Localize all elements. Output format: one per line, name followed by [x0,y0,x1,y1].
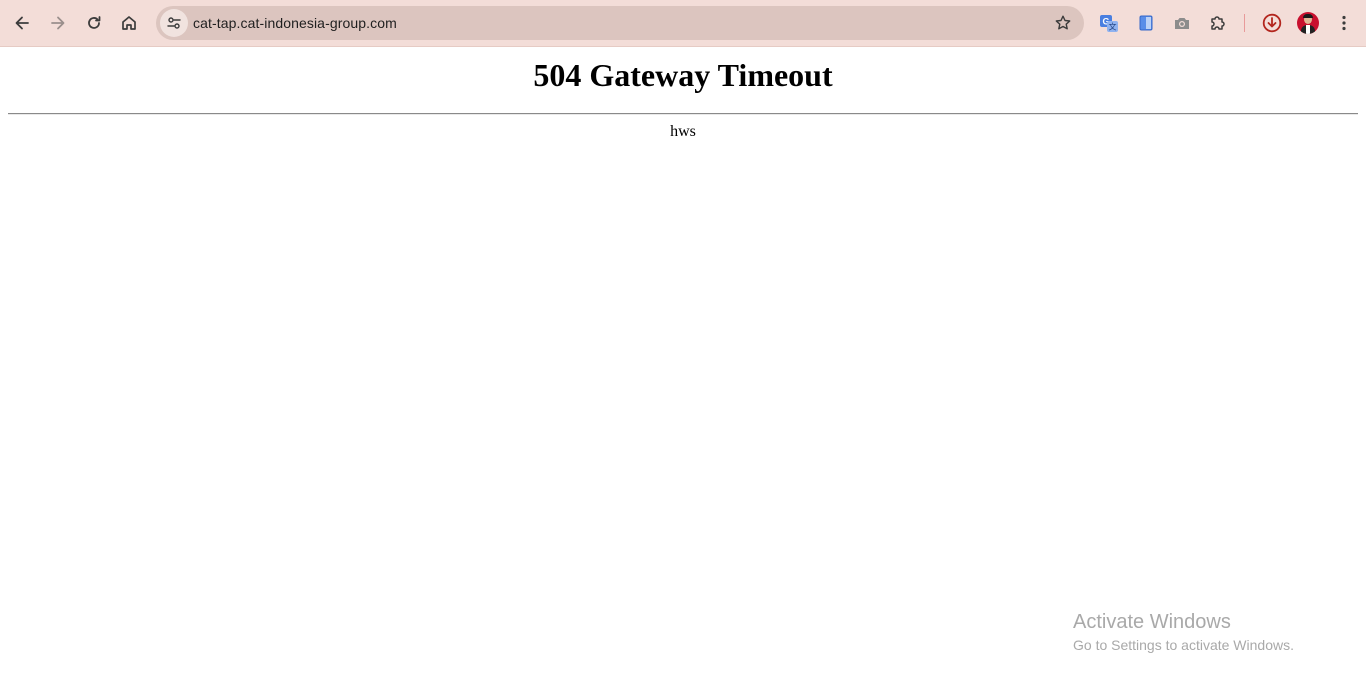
server-name: hws [670,123,696,140]
back-icon [15,16,29,30]
horizontal-rule [8,113,1358,115]
avatar-hair [1303,14,1313,18]
windows-activation-watermark: Activate Windows Go to Settings to activ… [1073,610,1294,656]
sidebar-panel-icon [1139,15,1153,31]
translate-button[interactable]: G 文 [1093,7,1125,39]
download-button[interactable] [1256,7,1288,39]
forward-icon [51,16,65,30]
sidebar-panel-button[interactable] [1130,7,1162,39]
watermark-subtitle: Go to Settings to activate Windows. [1073,637,1294,653]
home-icon [122,16,136,30]
browser-toolbar: cat-tap.cat-indonesia-group.com G 文 [0,0,1366,47]
more-menu-icon [1342,15,1346,31]
watermark-title: Activate Windows [1073,611,1231,633]
page-content: 504 Gateway Timeout hws [0,47,1366,688]
back-button[interactable] [6,7,38,39]
profile-avatar[interactable] [1297,12,1319,34]
reload-icon [88,16,101,29]
extensions-puzzle-icon [1211,16,1225,30]
site-info-icon [167,17,181,29]
home-button[interactable] [113,7,145,39]
download-icon [1262,13,1282,33]
camera-icon [1175,18,1189,29]
avatar-shirt [1306,25,1310,34]
site-info-button[interactable] [160,9,188,37]
forward-button[interactable] [42,7,74,39]
more-menu-button[interactable] [1328,7,1360,39]
extensions-button[interactable] [1202,7,1234,39]
toolbar-divider [1244,14,1245,32]
reload-button[interactable] [78,7,110,39]
bookmark-star-button[interactable] [1050,10,1076,36]
translate-icon: G 文 [1100,15,1118,32]
page-title: 504 Gateway Timeout [533,57,833,93]
url-text[interactable]: cat-tap.cat-indonesia-group.com [193,15,397,31]
svg-text:文: 文 [1109,22,1117,32]
camera-button[interactable] [1166,7,1198,39]
address-bar[interactable]: cat-tap.cat-indonesia-group.com [156,6,1084,40]
bookmark-star-icon [1055,15,1071,30]
